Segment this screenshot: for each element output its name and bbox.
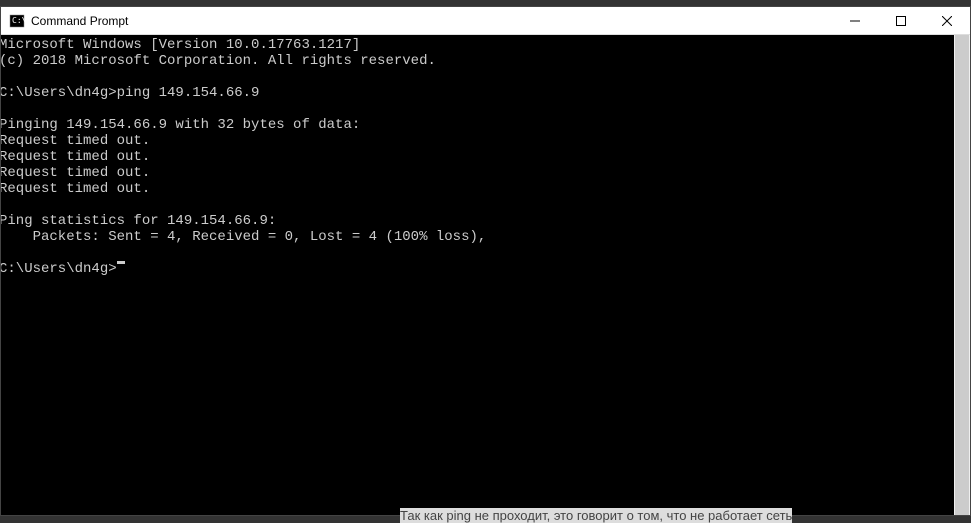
terminal-prompt-line: C:\Users\dn4g> [1,261,970,277]
terminal-line: Microsoft Windows [Version 10.0.17763.12… [1,37,970,53]
command-prompt-window: C:\ Command Prompt Microsoft Windows [Ve… [0,6,971,516]
terminal-prompt: C:\Users\dn4g> [1,261,117,277]
terminal-line [1,197,970,213]
terminal-output: Microsoft Windows [Version 10.0.17763.12… [1,37,970,277]
terminal-line [1,69,970,85]
app-icon: C:\ [9,13,25,29]
titlebar[interactable]: C:\ Command Prompt [1,7,970,35]
terminal-line [1,245,970,261]
window-controls [832,7,970,34]
caption-text: Так как ping не проходит, это говорит о … [400,508,792,523]
svg-text:C:\: C:\ [12,16,25,25]
terminal-line: Request timed out. [1,165,970,181]
minimize-button[interactable] [832,7,878,34]
terminal-line: Packets: Sent = 4, Received = 0, Lost = … [1,229,970,245]
terminal-line: C:\Users\dn4g>ping 149.154.66.9 [1,85,970,101]
close-button[interactable] [924,7,970,34]
window-title: Command Prompt [31,14,832,28]
vertical-scrollbar[interactable] [954,35,970,515]
maximize-button[interactable] [878,7,924,34]
terminal-line: Request timed out. [1,149,970,165]
terminal-line: (c) 2018 Microsoft Corporation. All righ… [1,53,970,69]
terminal-cursor [117,261,125,264]
terminal-line: Request timed out. [1,133,970,149]
scrollbar-thumb[interactable] [955,35,969,515]
terminal-line: Pinging 149.154.66.9 with 32 bytes of da… [1,117,970,133]
terminal-line [1,101,970,117]
terminal-area[interactable]: Microsoft Windows [Version 10.0.17763.12… [1,35,970,515]
terminal-line: Request timed out. [1,181,970,197]
terminal-line: Ping statistics for 149.154.66.9: [1,213,970,229]
